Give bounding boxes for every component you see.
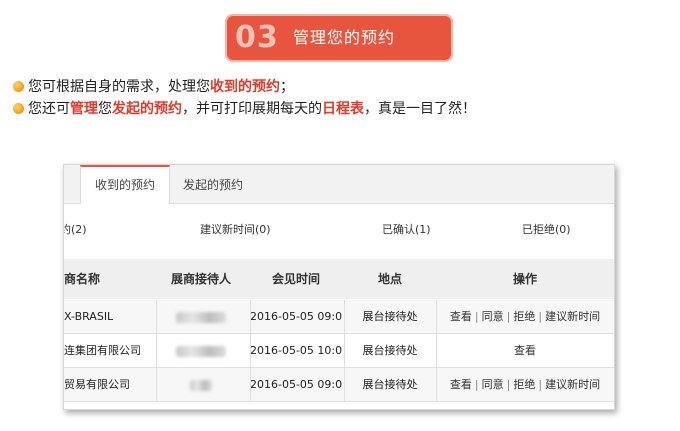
meeting-time: 2016-05-05 10:00: [250, 344, 342, 357]
company-name: X-BRASIL: [64, 310, 114, 323]
column-divider: [436, 334, 437, 367]
action-link[interactable]: 查看: [450, 378, 472, 391]
action-separator: |: [538, 310, 543, 323]
action-link[interactable]: 拒绝: [513, 310, 535, 323]
section-banner: 03 管理您的预约: [225, 14, 453, 62]
column-divider: [344, 334, 345, 367]
column-divider: [436, 368, 437, 401]
section-number: 03: [235, 20, 279, 55]
intro-text-segment: 您可根据自身的需求，处理您: [28, 79, 210, 95]
filter-suggest-new-time[interactable]: 建议新时间(0): [200, 221, 271, 237]
action-link[interactable]: 建议新时间: [545, 310, 600, 323]
meeting-time: 2016-05-05 09:00: [250, 310, 342, 323]
intro-text-segment: ；: [280, 79, 294, 95]
intro-text-segment: ，并可打印展期每天的: [182, 101, 322, 117]
intro-text: 您可根据自身的需求，处理您收到的预约； 您还可管理您发起的预约，并可打印展期每天…: [13, 76, 673, 120]
col-contact: 展商接待人: [170, 272, 231, 286]
col-place: 地点: [377, 272, 402, 286]
row-actions: 查看 | 同意 | 拒绝 | 建议新时间: [436, 368, 614, 401]
action-separator: |: [506, 378, 511, 391]
column-divider: [250, 334, 251, 367]
contact-name: [158, 300, 244, 333]
column-divider: [250, 300, 251, 333]
action-link[interactable]: 查看: [450, 310, 472, 323]
action-link[interactable]: 同意: [482, 310, 504, 323]
bullet-icon: [13, 81, 24, 92]
column-divider: [156, 300, 157, 333]
action-link[interactable]: 查看: [514, 344, 536, 357]
action-separator: |: [506, 310, 511, 323]
intro-text-segment: 您还可: [28, 101, 70, 117]
highlight-text: 收到的预约: [210, 79, 280, 95]
section-title: 管理您的预约: [293, 28, 396, 47]
column-divider: [250, 368, 251, 401]
status-filter: 约(2) 建议新时间(0) 已确认(1) 已拒绝(0): [64, 221, 614, 245]
filter-pending[interactable]: 约(2): [64, 221, 87, 237]
intro-text-segment: 您: [98, 101, 112, 117]
contact-name: [158, 368, 244, 401]
row-actions: 查看: [436, 334, 614, 367]
table-header: 商名称 展商接待人 会见时间 地点 操作: [64, 259, 614, 299]
col-company: 商名称: [64, 272, 101, 286]
row-actions: 查看 | 同意 | 拒绝 | 建议新时间: [436, 300, 614, 333]
tab-bar: 收到的预约 发起的预约: [64, 165, 614, 204]
table-row: 贸易有限公司 2016-05-05 09:00 展台接待处 查看 | 同意 | 拒绝 | 建议新时…: [64, 368, 614, 402]
redacted-name: [190, 379, 212, 391]
redacted-name: [176, 345, 226, 357]
highlight-text: 发起的预约: [112, 101, 182, 117]
col-action: 操作: [512, 272, 537, 286]
intro-line-2: 您还可管理您发起的预约，并可打印展期每天的日程表，真是一目了然！: [13, 98, 673, 120]
action-link[interactable]: 拒绝: [513, 378, 535, 391]
intro-line-1: 您可根据自身的需求，处理您收到的预约；: [13, 76, 673, 98]
action-separator: |: [474, 378, 479, 391]
table-row: X-BRASIL 2016-05-05 09:00 展台接待处 查看 | 同意 | 拒绝 | 建议…: [64, 300, 614, 334]
bullet-icon: [13, 103, 24, 114]
meeting-time: 2016-05-05 09:00: [250, 378, 342, 391]
col-time: 会见时间: [271, 272, 320, 286]
redacted-name: [176, 311, 226, 323]
meeting-place: 展台接待处: [362, 378, 418, 391]
company-name: 贸易有限公司: [64, 378, 130, 391]
column-divider: [344, 300, 345, 333]
action-link[interactable]: 同意: [482, 378, 504, 391]
highlight-text: 管理: [70, 101, 98, 117]
action-separator: |: [474, 310, 479, 323]
action-link[interactable]: 建议新时间: [545, 378, 600, 391]
column-divider: [156, 334, 157, 367]
column-divider: [156, 368, 157, 401]
column-divider: [436, 300, 437, 333]
intro-text-segment: ，真是一目了然！: [364, 101, 476, 117]
column-divider: [344, 368, 345, 401]
table-row: 连集团有限公司 2016-05-05 10:00 展台接待处 查看: [64, 334, 614, 368]
appointments-panel: 收到的预约 发起的预约 约(2) 建议新时间(0) 已确认(1) 已拒绝(0) …: [63, 164, 615, 410]
highlight-text: 日程表: [322, 101, 364, 117]
filter-confirmed[interactable]: 已确认(1): [382, 221, 431, 237]
tab-received[interactable]: 收到的预约: [80, 165, 170, 204]
company-name: 连集团有限公司: [64, 344, 141, 357]
action-separator: |: [538, 378, 543, 391]
contact-name: [158, 334, 244, 367]
meeting-place: 展台接待处: [362, 310, 418, 323]
filter-rejected[interactable]: 已拒绝(0): [522, 221, 571, 237]
tab-sent[interactable]: 发起的预约: [170, 165, 256, 203]
meeting-place: 展台接待处: [362, 344, 418, 357]
